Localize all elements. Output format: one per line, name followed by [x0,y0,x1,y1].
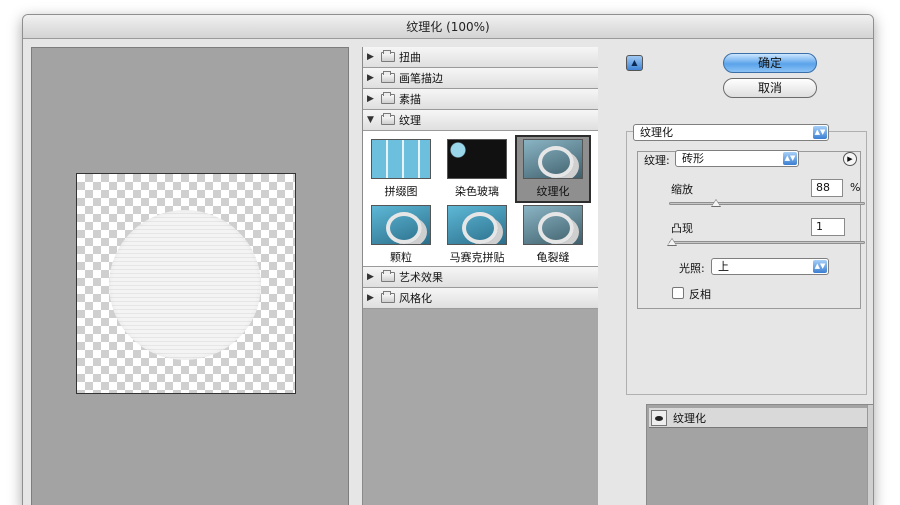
invert-checkbox[interactable] [672,287,684,299]
light-select-value: 上 [718,260,729,273]
eye-visibility-icon[interactable] [651,409,667,426]
category-label: 素描 [399,93,421,106]
select-arrows-icon: ▲▼ [813,260,827,273]
relief-input[interactable]: 1 [811,218,845,236]
category-artistic[interactable]: ▶ 艺术效果 [363,267,598,288]
filter-thumb-mosaic-tiles[interactable]: 马赛克拼贴 [439,203,515,265]
filter-thumb-stained-glass[interactable]: 染色玻璃 [439,137,515,203]
textured-circle-image [109,210,261,360]
category-stylize[interactable]: ▶ 风格化 [363,288,598,309]
folder-icon [381,71,395,83]
folder-icon [381,291,395,303]
folder-icon [381,270,395,282]
texture-select-value: 砖形 [682,152,704,165]
thumb-label: 染色玻璃 [455,185,499,198]
load-texture-menu-icon[interactable]: ▶ [843,152,857,166]
light-label: 光照: [679,262,705,275]
category-distort[interactable]: ▶ 扭曲 [363,47,598,68]
mosaic-tiles-thumbnail-icon [447,205,507,245]
craquelure-thumbnail-icon [523,205,583,245]
light-select[interactable]: 上 ▲▼ [711,258,829,275]
settings-panel: ▲ 确定 取消 纹理化 ▲▼ 纹理: 砖形 ▲▼ ▶ 缩放 88 % 凸现 1 … [621,47,873,505]
thumb-label: 纹理化 [536,185,570,198]
relief-label: 凸现 [671,222,693,235]
texturizer-thumbnail-icon [523,139,583,179]
expand-triangle-icon: ▶ [367,94,374,104]
thumb-label: 颗粒 [390,251,412,264]
relief-slider-track[interactable] [669,241,865,244]
filter-thumb-texturizer[interactable]: 纹理化 [515,135,591,203]
effect-layer-label: 纹理化 [673,411,706,425]
category-sketch[interactable]: ▶ 素描 [363,89,598,110]
texture-select[interactable]: 砖形 ▲▼ [675,150,799,167]
open-folder-icon [381,113,395,125]
category-label: 扭曲 [399,51,421,64]
invert-label: 反相 [689,288,711,301]
category-label: 风格化 [399,292,432,305]
scaling-slider-thumb[interactable] [711,199,721,207]
grain-thumbnail-icon [371,205,431,245]
category-label: 艺术效果 [399,271,443,284]
folder-icon [381,50,395,62]
scaling-input[interactable]: 88 [811,179,843,197]
texturizer-dialog: 纹理化 (100%) ▶ 扭曲 ▶ 画笔描边 ▶ 素描 ▼ 纹理 拼缀图 染色玻… [22,14,874,505]
expand-triangle-icon: ▶ [367,272,374,282]
filter-gallery-list: ▶ 扭曲 ▶ 画笔描边 ▶ 素描 ▼ 纹理 拼缀图 染色玻璃 纹理化 颗粒 马赛… [362,47,598,505]
effect-layers-panel: 纹理化 [646,404,873,505]
filter-thumb-craquelure[interactable]: 龟裂缝 [515,203,591,265]
expand-triangle-icon: ▶ [367,293,374,303]
relief-slider-thumb[interactable] [667,238,677,246]
thumb-label: 龟裂缝 [536,251,570,264]
layers-scrollbar[interactable] [867,405,873,505]
select-arrows-icon: ▲▼ [813,126,827,139]
expand-triangle-icon: ▶ [367,52,374,62]
select-arrows-icon: ▲▼ [783,152,797,165]
expand-triangle-icon: ▶ [367,73,374,83]
texture-label: 纹理: [641,152,673,168]
category-texture[interactable]: ▼ 纹理 [363,110,598,131]
cancel-button[interactable]: 取消 [723,78,817,98]
window-title: 纹理化 (100%) [23,15,873,39]
texture-filter-thumbnails: 拼缀图 染色玻璃 纹理化 颗粒 马赛克拼贴 龟裂缝 [363,131,598,267]
thumb-label: 拼缀图 [384,185,418,198]
collapse-triangle-icon: ▼ [367,115,374,125]
filter-thumb-patchwork[interactable]: 拼缀图 [363,137,439,203]
filter-select-value: 纹理化 [640,126,673,139]
preview-pane[interactable] [31,47,349,505]
collapse-gallery-button[interactable]: ▲ [626,55,643,71]
category-brush-strokes[interactable]: ▶ 画笔描边 [363,68,598,89]
patchwork-thumbnail-icon [371,139,431,179]
effect-layer-row[interactable]: 纹理化 [649,408,867,428]
filter-thumb-grain[interactable]: 颗粒 [363,203,439,265]
stained-glass-thumbnail-icon [447,139,507,179]
preview-canvas [76,173,296,394]
filter-select[interactable]: 纹理化 ▲▼ [633,124,829,141]
thumb-label: 马赛克拼贴 [449,251,505,264]
category-label: 纹理 [399,114,421,127]
scaling-label: 缩放 [671,183,693,196]
scaling-unit: % [850,181,861,194]
category-label: 画笔描边 [399,72,443,85]
ok-button[interactable]: 确定 [723,53,817,73]
scaling-slider-track[interactable] [669,202,865,205]
folder-icon [381,92,395,104]
